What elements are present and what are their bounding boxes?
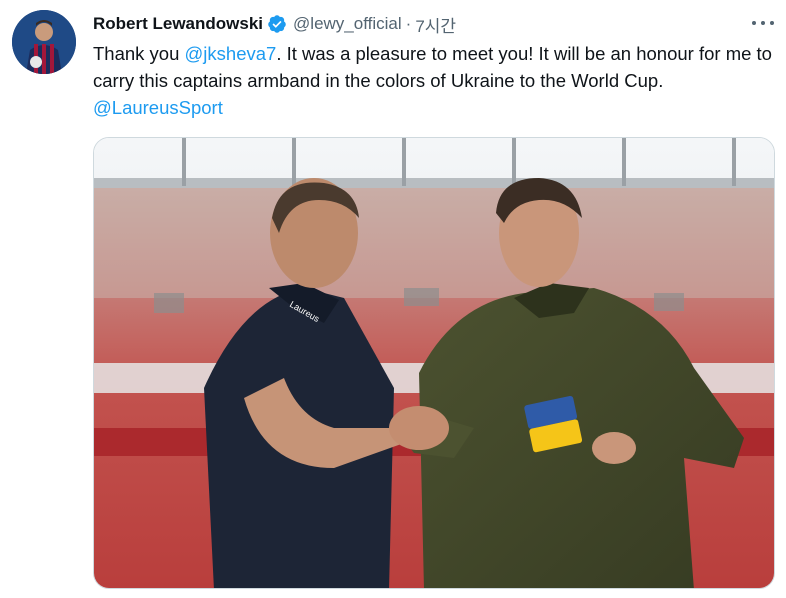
mention-link[interactable]: @LaureusSport: [93, 97, 223, 118]
author-handle[interactable]: @lewy_official: [293, 14, 402, 34]
tweet-text: Thank you @jksheva7. It was a pleasure t…: [93, 40, 783, 121]
author-avatar[interactable]: [12, 10, 76, 74]
more-dot: [761, 21, 765, 25]
more-options-icon[interactable]: [752, 14, 774, 32]
tweet-header: Robert Lewandowski @lewy_official · 7시간: [93, 12, 456, 36]
mention-link[interactable]: @jksheva7: [185, 43, 277, 64]
tweet-time[interactable]: 7시간: [415, 12, 456, 37]
verified-badge-icon: [268, 15, 286, 33]
more-dot: [770, 21, 774, 25]
tweet-photo[interactable]: Laureus: [93, 137, 775, 589]
avatar-image: [12, 10, 76, 74]
author-name[interactable]: Robert Lewandowski: [93, 14, 263, 34]
photo-image: Laureus: [94, 138, 774, 588]
header-separator: ·: [405, 14, 412, 33]
tweet[interactable]: Robert Lewandowski @lewy_official · 7시간 …: [0, 0, 786, 598]
more-dot: [752, 21, 756, 25]
tweet-text-part: Thank you: [93, 43, 185, 64]
